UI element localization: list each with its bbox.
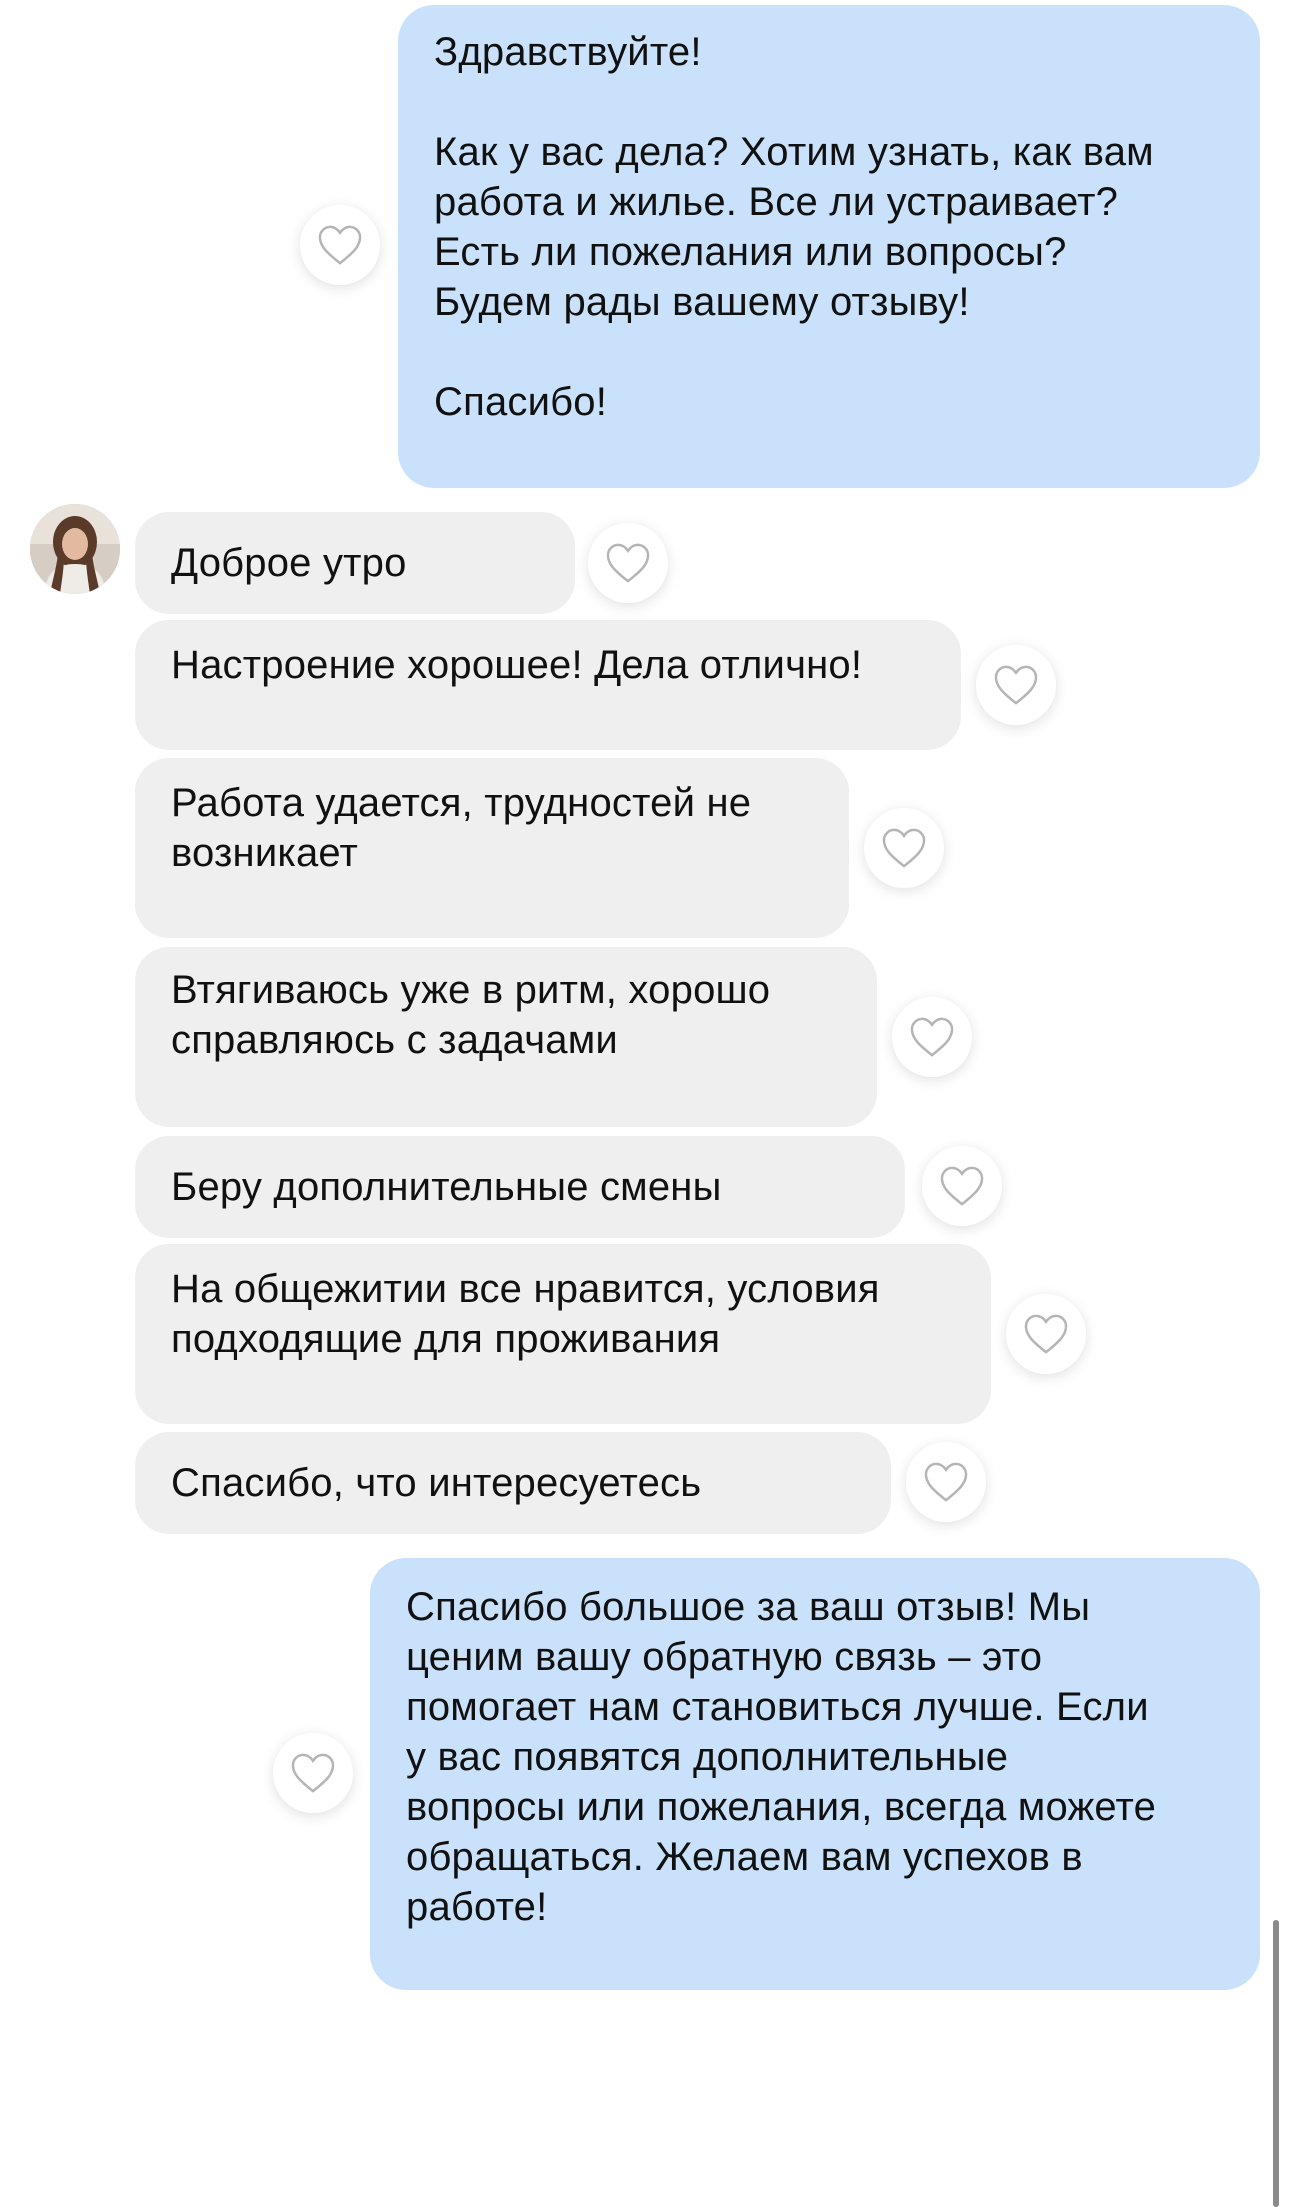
incoming-message[interactable]: Беру дополнительные смены	[135, 1136, 905, 1238]
heart-outline-icon	[318, 225, 362, 265]
like-button[interactable]	[273, 1733, 353, 1813]
heart-outline-icon	[940, 1166, 984, 1206]
incoming-message[interactable]: Втягиваюсь уже в ритм, хорошо справляюсь…	[135, 947, 877, 1127]
contact-avatar[interactable]	[30, 504, 120, 594]
scrollbar[interactable]	[1273, 1920, 1279, 2207]
heart-outline-icon	[994, 665, 1038, 705]
like-button[interactable]	[864, 808, 944, 888]
heart-outline-icon	[291, 1753, 335, 1793]
outgoing-message[interactable]: Здравствуйте! Как у вас дела? Хотим узна…	[398, 5, 1260, 488]
avatar-photo	[30, 504, 120, 594]
like-button[interactable]	[588, 523, 668, 603]
incoming-message[interactable]: Работа удается, трудностей не возникает	[135, 758, 849, 938]
incoming-message[interactable]: Настроение хорошее! Дела отлично!	[135, 620, 961, 750]
heart-outline-icon	[606, 543, 650, 583]
incoming-message[interactable]: Спасибо, что интересуетесь	[135, 1432, 891, 1534]
incoming-message[interactable]: Доброе утро	[135, 512, 575, 614]
like-button[interactable]	[1006, 1294, 1086, 1374]
like-button[interactable]	[906, 1442, 986, 1522]
like-button[interactable]	[300, 205, 380, 285]
heart-outline-icon	[1024, 1314, 1068, 1354]
heart-outline-icon	[924, 1462, 968, 1502]
heart-outline-icon	[910, 1017, 954, 1057]
like-button[interactable]	[976, 645, 1056, 725]
like-button[interactable]	[892, 997, 972, 1077]
incoming-message[interactable]: На общежитии все нравится, условия подхо…	[135, 1244, 991, 1424]
outgoing-message[interactable]: Спасибо большое за ваш отзыв! Мы ценим в…	[370, 1558, 1260, 1990]
heart-outline-icon	[882, 828, 926, 868]
like-button[interactable]	[922, 1146, 1002, 1226]
